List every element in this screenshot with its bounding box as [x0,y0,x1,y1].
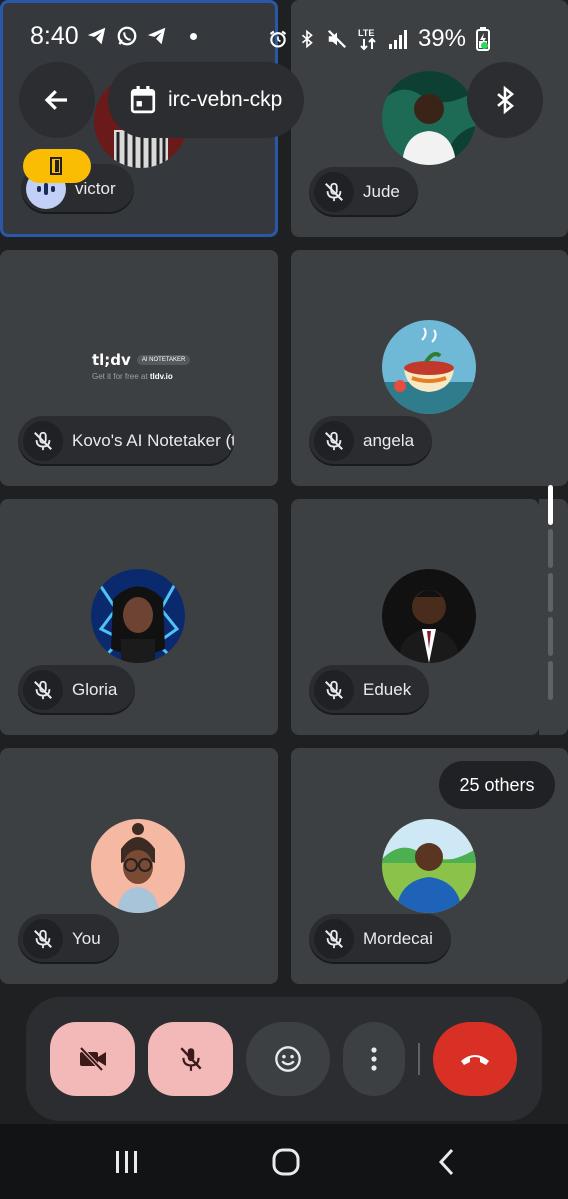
call-controls-bar [26,997,542,1121]
mic-off-icon [314,172,354,212]
system-nav-bar [0,1124,568,1199]
participant-name: Gloria [72,680,118,699]
privacy-indicator-dot [481,42,488,49]
tldv-tagline: Get it for free at tldv.io [92,372,173,381]
scroll-track-segment [548,573,553,612]
tile-edge [539,499,568,735]
camera-off-icon [79,1046,106,1072]
arrow-back-icon [44,90,67,110]
more-vert-icon [371,1047,377,1071]
scroll-track-segment [548,529,553,568]
participant-name-chip: Jude [309,167,418,217]
bluetooth-icon [301,29,313,49]
avatar [382,71,476,165]
scroll-track-segment [548,661,553,700]
emoji-icon [275,1046,301,1072]
svg-text:LTE: LTE [358,28,374,38]
calendar-icon [130,86,156,114]
participant-tile-eduek[interactable]: Eduek [291,499,539,735]
participant-name: You [72,929,101,948]
alarm-icon [269,30,287,48]
home-icon [272,1148,300,1176]
meet-call-screen: 8:40 LTE 39% victor irc-vebn-ckp Jude tl… [0,0,568,1199]
recent-apps-icon [116,1151,137,1173]
participant-name: Kovo's AI Notetaker (tl [72,431,234,450]
tldv-brand: tl;dv [92,351,131,369]
mic-off-icon [23,670,63,710]
status-bar: 8:40 LTE 39% [0,0,568,74]
participant-name-chip: angela [309,416,433,466]
signal-icon [388,30,407,49]
avatar [91,819,185,913]
participant-tile-gloria[interactable]: Gloria [0,499,278,735]
participant-name-chip: Eduek [309,665,430,715]
participant-name-chip: Kovo's AI Notetaker (tl [18,416,234,466]
participant-name: angela [363,431,415,450]
end-call-button[interactable] [433,1022,517,1096]
breakout-badge[interactable] [23,149,91,183]
battery-percent: 39% [417,25,466,52]
mic-toggle-button[interactable] [148,1022,233,1096]
participant-tile-you[interactable]: You [0,748,278,984]
mic-off-icon [23,421,63,461]
participant-name-chip: Mordecai [309,914,451,964]
more-options-button[interactable] [343,1022,405,1096]
avatar [382,819,476,913]
exit-door-icon [50,157,62,175]
participant-name-chip: Gloria [18,665,136,715]
mic-off-icon [314,421,354,461]
meeting-code: irc-vebn-ckp [168,88,283,111]
mic-off-icon [314,919,354,959]
mic-off-icon [23,919,63,959]
tldv-logo: tl;dv AI NOTETAKER [92,351,191,369]
lte-icon: LTE [358,28,376,51]
participant-name: victor [75,179,116,198]
mic-off-icon [179,1047,202,1071]
participant-name: Mordecai [363,929,433,948]
clock: 8:40 [30,22,79,50]
participant-name: Jude [363,182,400,201]
more-notifications-dot [190,32,197,40]
camera-toggle-button[interactable] [50,1022,135,1096]
nav-back-button[interactable] [421,1142,471,1182]
call-end-icon [461,1055,489,1065]
others-count-button[interactable]: 25 others [439,761,555,809]
participant-name-chip: You [18,914,119,964]
tldv-link: tldv.io [149,372,173,381]
avatar [91,569,185,663]
whatsapp-icon [117,26,137,46]
tldv-tag: AI NOTETAKER [136,355,191,365]
participant-tile-angela[interactable]: angela [291,250,568,486]
mute-icon [327,29,347,49]
scroll-track-segment [548,617,553,656]
home-button[interactable] [261,1142,311,1182]
participant-name: Eduek [363,680,412,699]
reactions-button[interactable] [246,1022,330,1096]
controls-divider [418,1043,420,1075]
telegram-icon [87,27,106,45]
avatar [382,320,476,414]
bluetooth-icon [497,85,515,115]
telegram-icon [147,27,166,45]
tldv-tagline-text: Get it for free at [92,372,148,381]
avatar [382,569,476,663]
recent-apps-button[interactable] [102,1142,152,1182]
mic-off-icon [314,670,354,710]
scroll-thumb[interactable] [548,485,553,525]
back-icon [438,1148,454,1176]
participant-tile-notetaker[interactable]: tl;dv AI NOTETAKER Get it for free at tl… [0,250,278,486]
